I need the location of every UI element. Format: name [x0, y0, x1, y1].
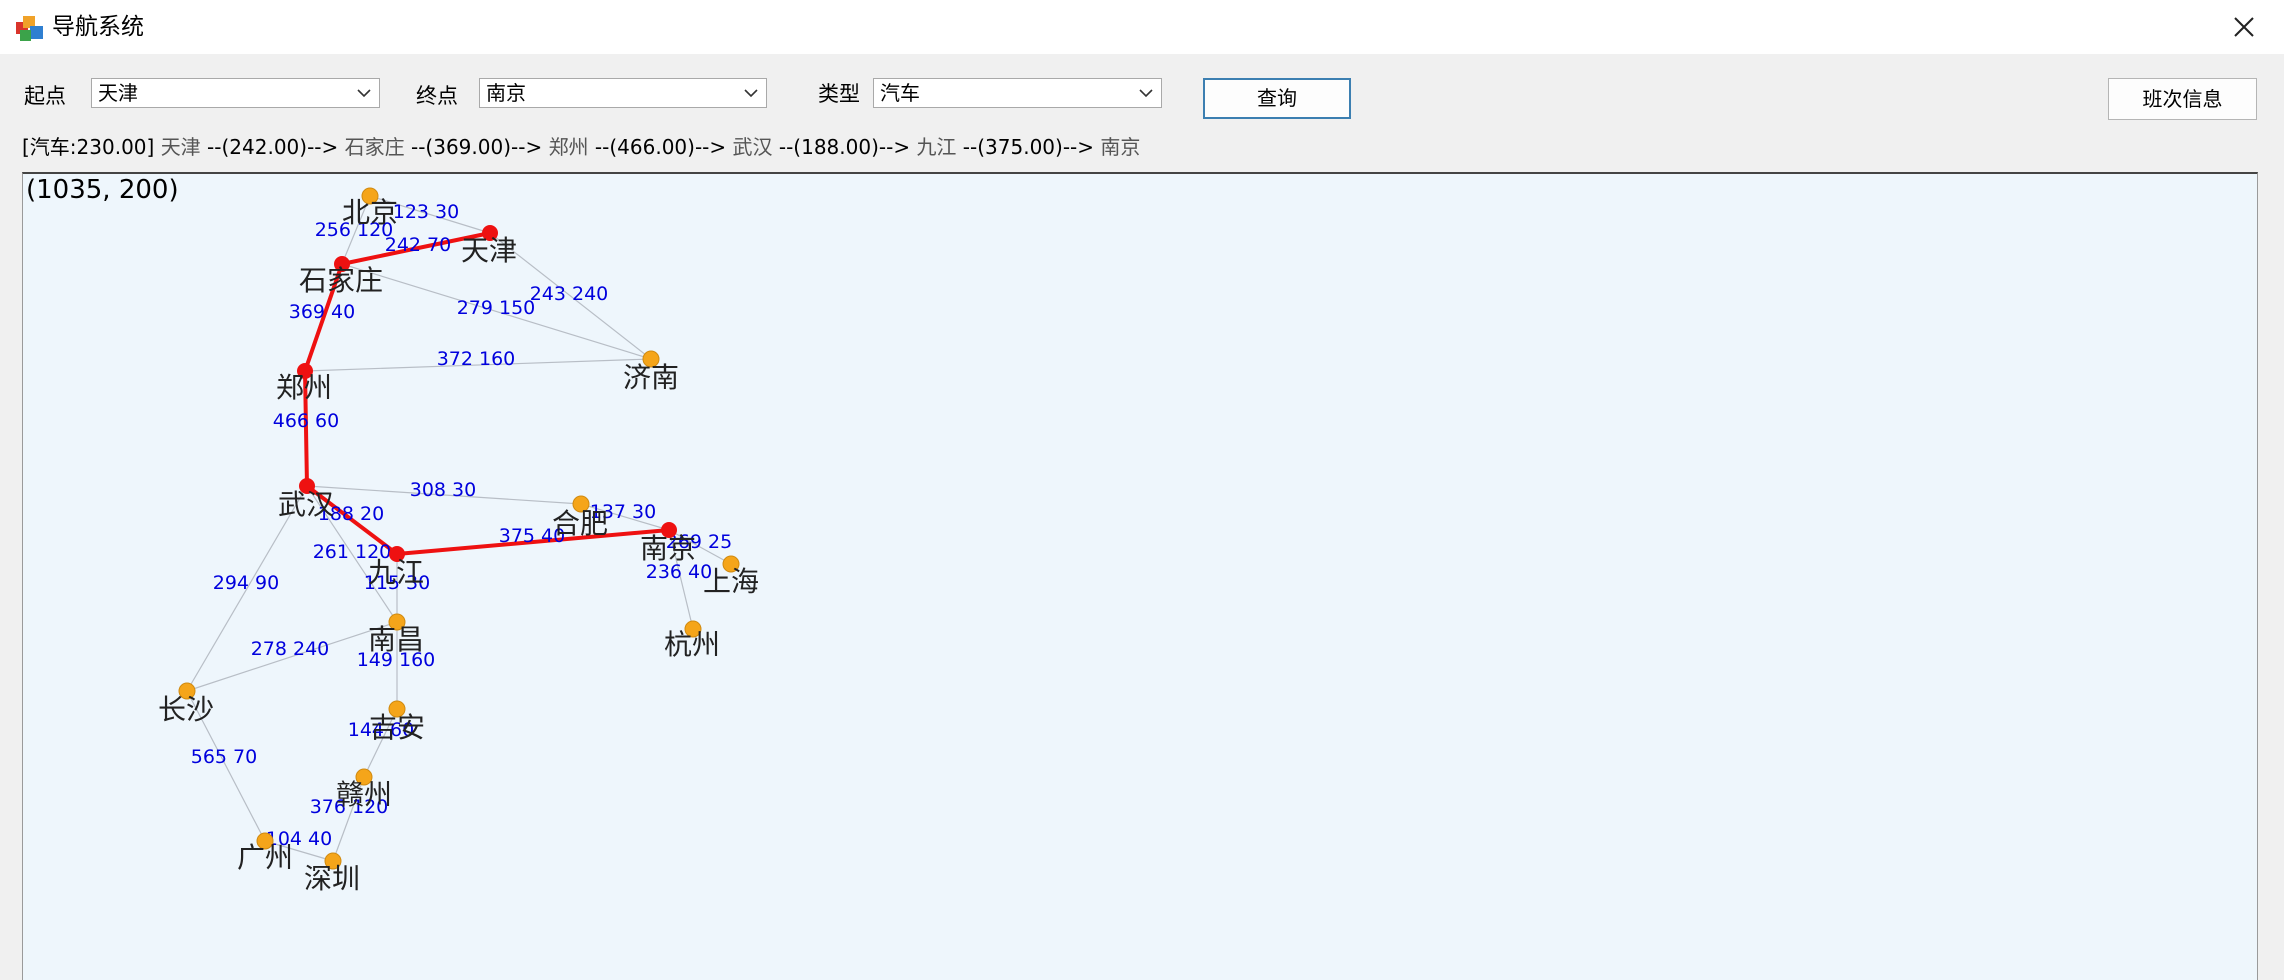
- start-select-value: 天津: [98, 81, 138, 105]
- route-city: 九江: [916, 135, 957, 159]
- type-label: 类型: [818, 82, 860, 106]
- start-label: 起点: [24, 84, 66, 108]
- city-label: 广州: [237, 841, 293, 874]
- city-label: 石家庄: [299, 264, 383, 297]
- edge-label: 242 70: [385, 234, 451, 256]
- edge-label: 308 30: [410, 479, 476, 501]
- map-graph[interactable]: 123 30256 120242 70243 240279 150369 403…: [23, 174, 2257, 980]
- route-segment: --(242.00)-->: [207, 135, 339, 159]
- type-select-value: 汽车: [880, 81, 920, 105]
- city-label: 南京: [640, 532, 696, 565]
- schedule-button[interactable]: 班次信息: [2108, 78, 2257, 120]
- end-label: 终点: [416, 84, 458, 108]
- city-label: 上海: [703, 565, 759, 598]
- city-label: 吉安: [369, 711, 425, 744]
- route-city: 石家庄: [344, 135, 405, 159]
- route-segment: --(466.00)-->: [594, 135, 727, 159]
- route-segment: --(369.00)-->: [410, 135, 543, 159]
- route-segment: --(188.00)-->: [778, 135, 911, 159]
- edge-label: 243 240: [530, 283, 609, 305]
- city-label: 杭州: [664, 628, 720, 661]
- city-label: 九江: [368, 556, 424, 589]
- city-label: 赣州: [336, 778, 392, 811]
- chevron-down-icon: [1139, 89, 1153, 98]
- city-label: 北京: [342, 196, 398, 229]
- edge-label: 369 40: [289, 301, 355, 323]
- window-title: 导航系统: [52, 14, 144, 40]
- title-bar: 导航系统: [0, 0, 2284, 54]
- route-segment: [汽车:230.00]: [22, 135, 155, 159]
- app-icon: [16, 16, 43, 41]
- route-city: 武汉: [732, 135, 773, 159]
- chevron-down-icon: [357, 89, 371, 98]
- edge-label: 372 160: [437, 348, 516, 370]
- edge-label: 565 70: [191, 746, 257, 768]
- route-segment: --(375.00)-->: [962, 135, 1095, 159]
- city-label: 天津: [461, 234, 517, 267]
- route-city: 郑州: [548, 135, 589, 159]
- edge-label: 279 150: [457, 297, 536, 319]
- close-icon: [2234, 17, 2254, 37]
- type-select[interactable]: 汽车: [873, 78, 1162, 108]
- start-select[interactable]: 天津: [91, 78, 380, 108]
- city-label: 长沙: [158, 693, 214, 726]
- edge-label: 466 60: [273, 410, 339, 432]
- end-select-value: 南京: [486, 81, 526, 105]
- edge-label: 278 240: [251, 638, 330, 660]
- city-label: 合肥: [552, 507, 608, 540]
- route-city: 天津: [160, 135, 201, 159]
- chevron-down-icon: [744, 89, 758, 98]
- edge-label: 294 90: [213, 572, 279, 594]
- route-result: [汽车:230.00] 天津 --(242.00)--> 石家庄 --(369.…: [22, 132, 2260, 172]
- city-label: 郑州: [276, 371, 332, 404]
- city-label: 南昌: [368, 623, 424, 656]
- city-label: 武汉: [278, 488, 334, 521]
- query-button[interactable]: 查询: [1203, 78, 1351, 119]
- close-button[interactable]: [2204, 0, 2284, 54]
- end-select[interactable]: 南京: [479, 78, 767, 108]
- city-label: 深圳: [304, 862, 360, 895]
- edge-label: 123 30: [393, 201, 459, 223]
- route-city: 南京: [1100, 135, 1141, 159]
- city-label: 济南: [623, 361, 679, 394]
- coordinate-readout: (1035, 200): [26, 175, 179, 205]
- map-canvas[interactable]: 123 30 256 120 242 70 243 240 279 150 369 40 3…: [22, 172, 2258, 980]
